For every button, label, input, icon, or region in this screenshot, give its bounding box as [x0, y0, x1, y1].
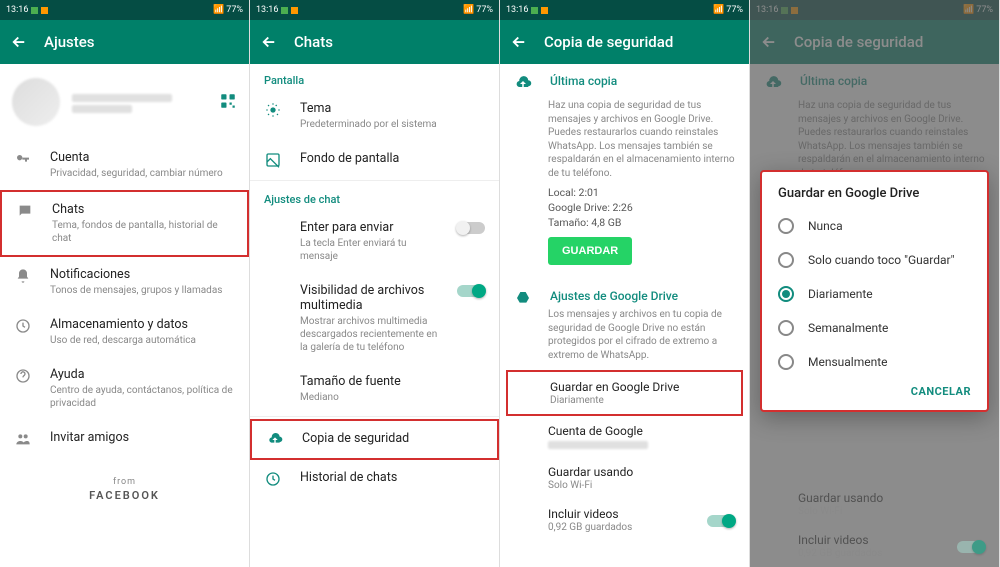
- screen-dialog: 13:16 📶77% Copia de seguridad Última cop…: [750, 0, 1000, 567]
- option-nunca[interactable]: Nunca: [762, 209, 987, 243]
- radio-icon: [778, 354, 794, 370]
- header-title: Copia de seguridad: [544, 33, 673, 51]
- backup-description: Haz una copia de seguridad de tus mensaj…: [548, 99, 735, 180]
- gd-settings-label: Ajustes de Google Drive: [550, 289, 735, 303]
- help-icon: [14, 367, 32, 384]
- toggle-media[interactable]: [457, 285, 485, 297]
- section-ajustes-chat: Ajustes de chat: [250, 183, 499, 210]
- drive-icon: [514, 289, 532, 306]
- header-title: Ajustes: [44, 33, 95, 51]
- option-solo-guardar[interactable]: Solo cuando toco "Guardar": [762, 243, 987, 277]
- radio-icon: [778, 218, 794, 234]
- item-cuenta-google[interactable]: Cuenta de Google: [500, 416, 749, 457]
- status-bar: 13:16 📶77%: [250, 0, 499, 20]
- key-icon: [14, 150, 32, 167]
- from-label: from: [0, 477, 249, 487]
- dialog-title: Guardar en Google Drive: [762, 186, 987, 209]
- item-guardar-gdrive[interactable]: Guardar en Google Drive Diariamente: [506, 370, 743, 416]
- gdrive-frequency-dialog: Guardar en Google Drive Nunca Solo cuand…: [760, 170, 989, 412]
- status-bar: 13:16 📶77%: [0, 0, 249, 20]
- cloud-upload-icon: [266, 431, 284, 448]
- cancelar-button[interactable]: CANCELAR: [911, 385, 971, 398]
- stat-local: Local: 2:01: [548, 186, 735, 199]
- history-icon: [264, 470, 282, 487]
- gd-description: Los mensajes y archivos en tu copia de s…: [548, 308, 735, 362]
- back-icon[interactable]: [10, 33, 28, 51]
- option-diariamente[interactable]: Diariamente: [762, 277, 987, 311]
- item-incluir-videos-bg: Incluir videos 0,92 GB guardados: [750, 525, 999, 567]
- item-copia-seguridad[interactable]: Copia de seguridad: [250, 419, 499, 460]
- item-media-visibility[interactable]: Visibilidad de archivos multimediaMostra…: [250, 273, 499, 364]
- profile-row[interactable]: [0, 64, 249, 140]
- radio-icon: [778, 286, 794, 302]
- screen-copia: 13:16 📶77% Copia de seguridad Última cop…: [500, 0, 750, 567]
- app-header: Chats: [250, 20, 499, 64]
- option-semanalmente[interactable]: Semanalmente: [762, 311, 987, 345]
- item-tema[interactable]: TemaPredeterminado por el sistema: [250, 91, 499, 141]
- app-header: Copia de seguridad: [500, 20, 749, 64]
- wallpaper-icon: [264, 151, 282, 168]
- item-incluir-videos[interactable]: Incluir videos 0,92 GB guardados: [500, 499, 749, 541]
- back-icon[interactable]: [260, 33, 278, 51]
- facebook-label: FACEBOOK: [0, 489, 249, 502]
- bell-icon: [14, 267, 32, 284]
- toggle-videos[interactable]: [707, 515, 735, 527]
- stat-gdrive: Google Drive: 2:26: [548, 201, 735, 214]
- item-chats[interactable]: ChatsTema, fondos de pantalla, historial…: [0, 190, 249, 257]
- item-fondo[interactable]: Fondo de pantalla: [250, 141, 499, 178]
- item-ayuda[interactable]: AyudaCentro de ayuda, contáctanos, polít…: [0, 357, 249, 420]
- status-bar: 13:16 📶77%: [500, 0, 749, 20]
- ultima-copia-label: Última copia: [550, 74, 735, 88]
- header-title: Chats: [294, 33, 333, 51]
- screen-chats: 13:16 📶77% Chats Pantalla TemaPredetermi…: [250, 0, 500, 567]
- item-guardar-usando-bg: Guardar usando Solo Wi-Fi: [750, 483, 999, 525]
- stat-size: Tamaño: 4,8 GB: [548, 216, 735, 229]
- qr-icon[interactable]: [219, 92, 237, 113]
- option-mensualmente[interactable]: Mensualmente: [762, 345, 987, 379]
- item-notificaciones[interactable]: NotificacionesTonos de mensajes, grupos …: [0, 257, 249, 307]
- screen-ajustes: 13:16 📶77% Ajustes CuentaPrivacidad, seg…: [0, 0, 250, 567]
- item-historial[interactable]: Historial de chats: [250, 460, 499, 497]
- radio-icon: [778, 252, 794, 268]
- item-invitar[interactable]: Invitar amigos: [0, 420, 249, 457]
- item-almacenamiento[interactable]: Almacenamiento y datosUso de red, descar…: [0, 307, 249, 357]
- toggle-enter[interactable]: [457, 222, 485, 234]
- item-font-size[interactable]: Tamaño de fuenteMediano: [250, 364, 499, 414]
- guardar-button[interactable]: GUARDAR: [548, 237, 632, 265]
- item-guardar-usando[interactable]: Guardar usando Solo Wi-Fi: [500, 457, 749, 499]
- theme-icon: [264, 101, 282, 118]
- section-pantalla: Pantalla: [250, 64, 499, 91]
- chat-icon: [16, 202, 34, 219]
- app-header: Ajustes: [0, 20, 249, 64]
- item-enter[interactable]: Enter para enviarLa tecla Enter enviará …: [250, 210, 499, 273]
- radio-icon: [778, 320, 794, 336]
- avatar: [12, 78, 60, 126]
- people-icon: [14, 430, 32, 447]
- item-cuenta[interactable]: CuentaPrivacidad, seguridad, cambiar núm…: [0, 140, 249, 190]
- data-icon: [14, 317, 32, 334]
- cloud-upload-icon: [514, 74, 532, 93]
- back-icon[interactable]: [510, 33, 528, 51]
